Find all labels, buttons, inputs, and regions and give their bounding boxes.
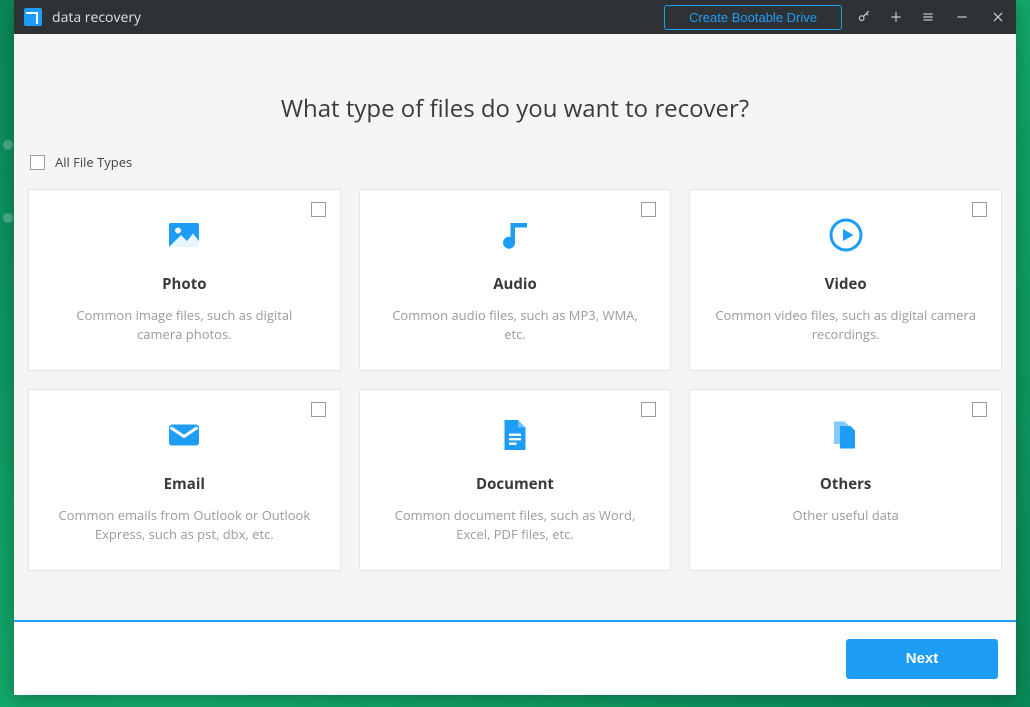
audio-icon bbox=[497, 210, 533, 260]
others-icon bbox=[828, 410, 864, 460]
plus-icon[interactable] bbox=[888, 9, 904, 25]
all-file-types-row[interactable]: All File Types bbox=[28, 153, 1002, 171]
next-button[interactable]: Next bbox=[846, 639, 998, 679]
card-photo-checkbox[interactable] bbox=[311, 202, 326, 217]
card-desc: Common audio files, such as MP3, WMA, et… bbox=[378, 306, 653, 344]
key-icon[interactable] bbox=[856, 9, 872, 25]
minimize-icon[interactable] bbox=[952, 9, 972, 25]
card-desc: Common video files, such as digital came… bbox=[708, 306, 983, 344]
card-desc: Other useful data bbox=[787, 506, 905, 525]
titlebar: data recovery Create Bootable Drive bbox=[14, 0, 1016, 34]
card-audio-checkbox[interactable] bbox=[641, 202, 656, 217]
document-icon bbox=[497, 410, 533, 460]
file-type-grid: Photo Common image files, such as digita… bbox=[28, 189, 1002, 571]
app-window: data recovery Create Bootable Drive What… bbox=[14, 0, 1016, 695]
all-file-types-label: All File Types bbox=[55, 153, 132, 171]
card-audio[interactable]: Audio Common audio files, such as MP3, W… bbox=[359, 189, 672, 371]
menu-icon[interactable] bbox=[920, 9, 936, 25]
create-bootable-drive-button[interactable]: Create Bootable Drive bbox=[664, 5, 842, 30]
card-title: Audio bbox=[493, 274, 537, 294]
card-title: Document bbox=[476, 474, 554, 494]
card-document[interactable]: Document Common document files, such as … bbox=[359, 389, 672, 571]
card-desc: Common emails from Outlook or Outlook Ex… bbox=[47, 506, 322, 544]
card-email[interactable]: Email Common emails from Outlook or Outl… bbox=[28, 389, 341, 571]
footer-bar: Next bbox=[14, 620, 1016, 695]
card-document-checkbox[interactable] bbox=[641, 402, 656, 417]
app-logo-icon bbox=[24, 8, 42, 26]
email-icon bbox=[166, 410, 202, 460]
card-video-checkbox[interactable] bbox=[972, 202, 987, 217]
card-title: Video bbox=[825, 274, 867, 294]
card-desc: Common image files, such as digital came… bbox=[47, 306, 322, 344]
card-title: Photo bbox=[162, 274, 206, 294]
all-file-types-checkbox[interactable] bbox=[30, 155, 45, 170]
card-title: Others bbox=[820, 474, 871, 494]
main-content: What type of files do you want to recove… bbox=[14, 34, 1016, 620]
card-video[interactable]: Video Common video files, such as digita… bbox=[689, 189, 1002, 371]
video-icon bbox=[828, 210, 864, 260]
card-title: Email bbox=[164, 474, 205, 494]
card-others-checkbox[interactable] bbox=[972, 402, 987, 417]
card-email-checkbox[interactable] bbox=[311, 402, 326, 417]
page-headline: What type of files do you want to recove… bbox=[28, 92, 1002, 125]
card-photo[interactable]: Photo Common image files, such as digita… bbox=[28, 189, 341, 371]
photo-icon bbox=[166, 210, 202, 260]
close-icon[interactable] bbox=[988, 9, 1008, 25]
card-others[interactable]: Others Other useful data bbox=[689, 389, 1002, 571]
app-title: data recovery bbox=[52, 8, 664, 27]
card-desc: Common document files, such as Word, Exc… bbox=[378, 506, 653, 544]
